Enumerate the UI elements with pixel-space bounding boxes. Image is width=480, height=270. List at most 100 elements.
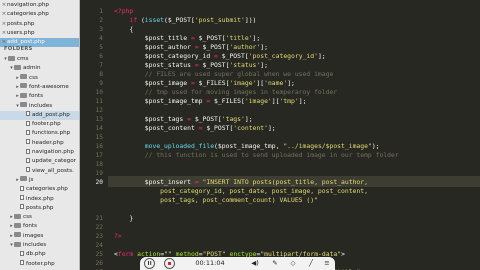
line-number: 23 <box>95 233 103 240</box>
tree-file[interactable]: db.php <box>0 250 79 259</box>
tree-file[interactable]: footer.php <box>0 120 79 129</box>
code-token: ($post_image_tmp, <box>214 142 284 150</box>
file-icon <box>26 120 30 126</box>
line-number: 21 <box>95 215 103 222</box>
code-line[interactable]: } <box>114 214 133 223</box>
tree-folder[interactable]: ▾ cms <box>0 55 79 64</box>
code-line[interactable]: // tmp used for moving images in tempera… <box>114 88 337 97</box>
tree-label: footer.php <box>32 121 61 128</box>
code-token: ($_POST[ <box>164 16 195 24</box>
code-line[interactable]: $post_title = $_POST['title']; <box>114 34 260 43</box>
open-file-tab[interactable]: ×posts.php <box>0 20 79 29</box>
code-token: move_uploaded_file <box>144 142 215 150</box>
open-file-tab[interactable]: ×users.php <box>0 29 79 38</box>
code-line[interactable]: $post_tags = $_POST['tags']; <box>114 115 253 124</box>
stop-button[interactable] <box>164 257 175 269</box>
tree-folder[interactable]: ▾ includes <box>0 102 79 111</box>
tree-label: js <box>29 176 34 183</box>
code-line[interactable]: $post_category_id = $_POST['post_categor… <box>114 52 326 61</box>
line-number: 22 <box>95 224 103 231</box>
code-token: <?php <box>114 7 134 15</box>
code-token: "INSERT INTO posts(post_title, post_auth… <box>202 178 368 186</box>
code-line[interactable]: <?php <box>114 7 133 16</box>
code-line[interactable]: $post_image = $_FILES['image']['name']; <box>114 79 295 88</box>
tree-file[interactable]: view_all_posts. <box>0 167 79 176</box>
tree-folder[interactable]: ▾ includes <box>0 241 79 250</box>
code-token: ]; <box>252 34 261 42</box>
file-icon <box>26 139 30 145</box>
line-number: 7 <box>99 62 103 69</box>
tree-file[interactable]: footer.php <box>0 260 79 269</box>
folder-icon <box>14 232 21 238</box>
code-line[interactable]: post_tags, post_comment_count) VALUES ()… <box>114 196 318 205</box>
tree-file[interactable]: categories.php <box>0 185 79 194</box>
folder-icon <box>20 83 27 89</box>
tree-label: css <box>23 214 32 221</box>
tree-file[interactable]: posts.php <box>0 204 79 213</box>
code-line[interactable]: if (isset($_POST['post_submit'])) <box>114 16 260 25</box>
code-line[interactable]: $post_content = $_POST['content']; <box>114 124 276 133</box>
tree-label: fonts <box>23 223 38 230</box>
code-line[interactable]: $post_insert = "INSERT INTO posts(post_t… <box>114 178 368 187</box>
tree-file[interactable]: functions.php <box>0 129 79 138</box>
code-token: 'image' <box>244 97 272 105</box>
more-icon[interactable]: ≡ <box>322 258 332 269</box>
tree-folder[interactable]: ▸ css <box>0 74 79 83</box>
tree-label: db.php <box>26 251 46 258</box>
code-line[interactable]: post_category_id, post_date, post_image,… <box>114 187 368 196</box>
tree-file[interactable]: add_post.php <box>0 110 79 120</box>
file-icon <box>26 111 30 117</box>
tree-folder[interactable]: ▸ fonts <box>0 222 79 231</box>
code-token: ][ <box>256 79 265 87</box>
code-line[interactable]: // this function is used to send uploade… <box>114 151 399 160</box>
code-token: $_POST[ <box>217 52 249 60</box>
code-token: isset <box>144 16 165 24</box>
code-line[interactable]: $post_image_tmp = $_FILES['image']['tmp'… <box>114 97 307 106</box>
code-token: $post_content <box>114 124 199 132</box>
code-token: post_category_id, post_date, post_image,… <box>114 187 368 195</box>
pause-button[interactable] <box>144 257 155 269</box>
eraser-icon[interactable]: ◇ <box>288 258 298 269</box>
pen-icon[interactable]: ✎ <box>270 258 280 269</box>
code-token: $_POST[ <box>198 43 230 51</box>
tree-label: footer.php <box>26 260 55 267</box>
tree-folder[interactable]: ▸ fonts <box>0 92 79 101</box>
tree-label: view_all_posts. <box>32 167 74 174</box>
tree-folder[interactable]: ▸ css <box>0 213 79 222</box>
tree-folder[interactable]: ▸ images <box>0 232 79 241</box>
code-token: 'content' <box>233 124 268 132</box>
open-file-label: users.php <box>7 29 35 36</box>
tree-file[interactable]: header.php <box>0 139 79 148</box>
code-line[interactable]: move_uploaded_file($post_image_tmp, "../… <box>114 142 380 151</box>
code-token: 'name' <box>264 79 288 87</box>
marker-icon[interactable]: ╱ <box>306 258 316 269</box>
tree-folder[interactable]: ▾ admin <box>0 64 79 73</box>
code-line[interactable]: $post_author = $_POST['author']; <box>114 43 268 52</box>
tree-label: includes <box>29 102 53 109</box>
line-number: 25 <box>95 251 103 258</box>
code-editor[interactable]: 1 2 3 4 5 6 7 8 9 10 11 12 13 14 15 16 17 18 19 20 21 22 23 24 2… <box>80 0 480 270</box>
code-token: 'author' <box>229 43 261 51</box>
tree-file[interactable]: update_categor <box>0 157 79 166</box>
open-file-tab[interactable]: ×navigation.php <box>0 1 79 10</box>
file-icon <box>26 157 30 163</box>
tree-file[interactable]: index.php <box>0 195 79 204</box>
line-number: 12 <box>95 107 103 114</box>
code-line[interactable]: $post_status = $_POST['status']; <box>114 61 268 70</box>
tree-file[interactable]: navigation.php <box>0 148 79 157</box>
code-token: { <box>114 25 134 33</box>
code-line[interactable]: ?> <box>114 232 122 241</box>
tree-folder[interactable]: ▸ font-awesome <box>0 83 79 92</box>
tree-label: fonts <box>29 93 44 100</box>
code-token: ]; <box>244 115 253 123</box>
code-token: 'post_category_id' <box>248 52 318 60</box>
file-icon <box>20 250 24 256</box>
code-line[interactable]: // FILES are used super global when we u… <box>114 70 334 79</box>
code-token: ( <box>137 16 145 24</box>
line-number: 8 <box>99 71 103 78</box>
open-file-tab[interactable]: ×categories.php <box>0 10 79 19</box>
tree-folder[interactable]: ▸ js <box>0 176 79 185</box>
volume-icon[interactable]: ◀) <box>250 258 260 269</box>
code-line[interactable]: { <box>114 25 133 34</box>
